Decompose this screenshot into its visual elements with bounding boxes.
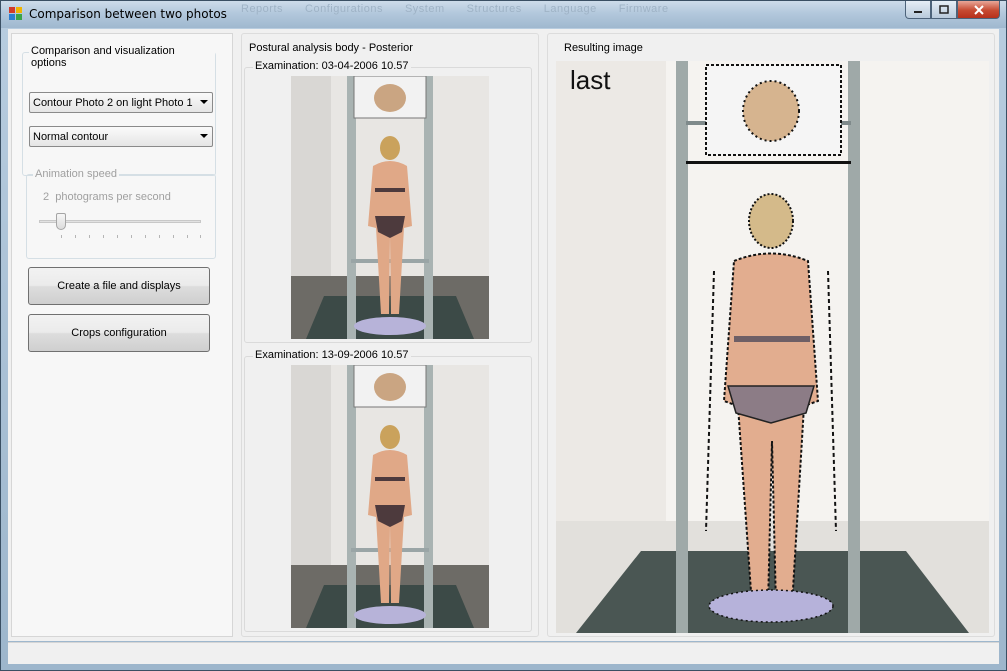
examination-2-label: Examination: 13-09-2006 10.57 xyxy=(253,349,411,361)
close-button[interactable] xyxy=(957,1,1000,19)
resulting-image-panel: Resulting image last xyxy=(547,33,995,637)
chevron-down-icon xyxy=(200,134,208,138)
client-area: Comparison and visualization options Con… xyxy=(8,29,999,641)
chevron-down-icon xyxy=(200,100,208,104)
options-group: Comparison and visualization options Con… xyxy=(22,45,216,176)
postural-analysis-panel: Postural analysis body - Posterior Exami… xyxy=(241,33,539,637)
examination-1-box: Examination: 03-04-2006 10.57 xyxy=(244,60,532,343)
postural-analysis-title: Postural analysis body - Posterior xyxy=(248,42,414,54)
examination-1-photo[interactable] xyxy=(291,76,489,339)
examination-1-label: Examination: 03-04-2006 10.57 xyxy=(253,60,411,72)
minimize-icon xyxy=(914,10,922,13)
title-bar[interactable]: Comparison between two photos Reports Con… xyxy=(1,1,1006,28)
resulting-image[interactable]: last xyxy=(556,61,989,633)
maximize-button[interactable] xyxy=(931,1,957,19)
status-bar xyxy=(8,642,999,664)
overlay-label: last xyxy=(570,65,611,95)
animation-speed-readout: 2 photograms per second xyxy=(43,191,171,203)
slider-ticks xyxy=(61,235,201,239)
app-icon xyxy=(9,7,22,20)
window-title: Comparison between two photos xyxy=(29,7,227,21)
contour-type-value: Normal contour xyxy=(33,130,109,143)
background-menu: Reports Configurations System Structures Lan… xyxy=(241,3,669,15)
crops-configuration-button[interactable]: Crops configuration xyxy=(28,314,210,352)
contour-type-select[interactable]: Normal contour xyxy=(29,126,213,147)
maximize-icon xyxy=(939,5,949,14)
animation-speed-slider[interactable] xyxy=(56,213,66,230)
options-panel: Comparison and visualization options Con… xyxy=(11,33,233,637)
resulting-image-title: Resulting image xyxy=(562,42,645,54)
examination-2-photo[interactable] xyxy=(291,365,489,628)
animation-speed-group: Animation speed 2 photograms per second xyxy=(26,168,216,259)
comparison-mode-value: Contour Photo 2 on light Photo 1 xyxy=(33,96,193,109)
create-file-button[interactable]: Create a file and displays xyxy=(28,267,210,305)
app-window: Comparison between two photos Reports Con… xyxy=(0,0,1007,671)
options-group-label: Comparison and visualization options xyxy=(29,45,215,69)
close-icon xyxy=(973,4,984,15)
comparison-mode-select[interactable]: Contour Photo 2 on light Photo 1 xyxy=(29,92,213,113)
animation-speed-label: Animation speed xyxy=(33,168,119,180)
examination-2-box: Examination: 13-09-2006 10.57 xyxy=(244,349,532,632)
minimize-button[interactable] xyxy=(905,1,931,19)
